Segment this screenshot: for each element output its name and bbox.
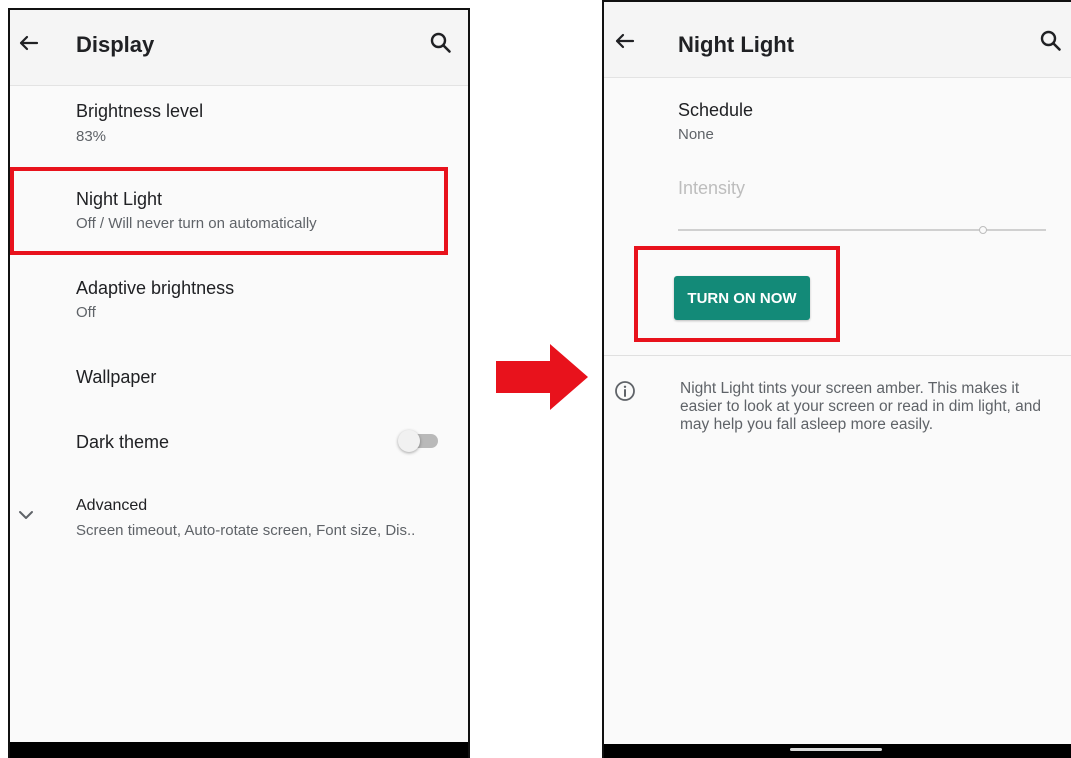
page-title: Night Light — [678, 32, 795, 57]
toggle-knob — [398, 430, 420, 452]
navigation-bar — [10, 742, 468, 758]
setting-title: Adaptive brightness — [76, 278, 235, 298]
setting-title: Dark theme — [76, 432, 170, 452]
slider-thumb[interactable] — [979, 226, 988, 234]
setting-subtitle: Screen timeout, Auto-rotate screen, Font… — [76, 522, 416, 539]
intensity-slider[interactable] — [678, 224, 1046, 236]
home-handle[interactable] — [790, 748, 882, 751]
night-light-screen: Night Light Schedule None Intensity TURN… — [602, 0, 1071, 758]
highlight-box — [10, 167, 448, 255]
search-icon[interactable] — [1038, 28, 1064, 54]
app-bar: Display — [10, 10, 468, 86]
page-title: Display — [76, 32, 155, 57]
intensity-label: Intensity — [678, 178, 746, 198]
schedule-title: Schedule — [678, 100, 754, 120]
arrow-right-icon — [496, 344, 588, 410]
app-bar: Night Light — [604, 2, 1071, 78]
search-icon[interactable] — [428, 30, 454, 56]
setting-subtitle: 83% — [76, 128, 107, 145]
info-description: Night Light tints your screen amber. Thi… — [680, 380, 1041, 433]
highlight-box — [634, 246, 840, 342]
setting-title: Advanced — [76, 497, 148, 514]
back-arrow-icon[interactable] — [14, 28, 44, 58]
info-icon — [614, 380, 636, 402]
setting-subtitle: Off — [76, 304, 96, 321]
setting-title: Wallpaper — [76, 367, 157, 387]
navigation-bar — [604, 744, 1071, 758]
divider — [604, 355, 1071, 356]
slider-track — [678, 229, 1046, 231]
schedule-value: None — [678, 126, 714, 143]
back-arrow-icon[interactable] — [610, 26, 640, 56]
setting-title: Brightness level — [76, 101, 204, 121]
chevron-down-icon — [16, 508, 36, 522]
display-settings-screen: Display Brightness level 83% Night Light… — [8, 8, 470, 758]
